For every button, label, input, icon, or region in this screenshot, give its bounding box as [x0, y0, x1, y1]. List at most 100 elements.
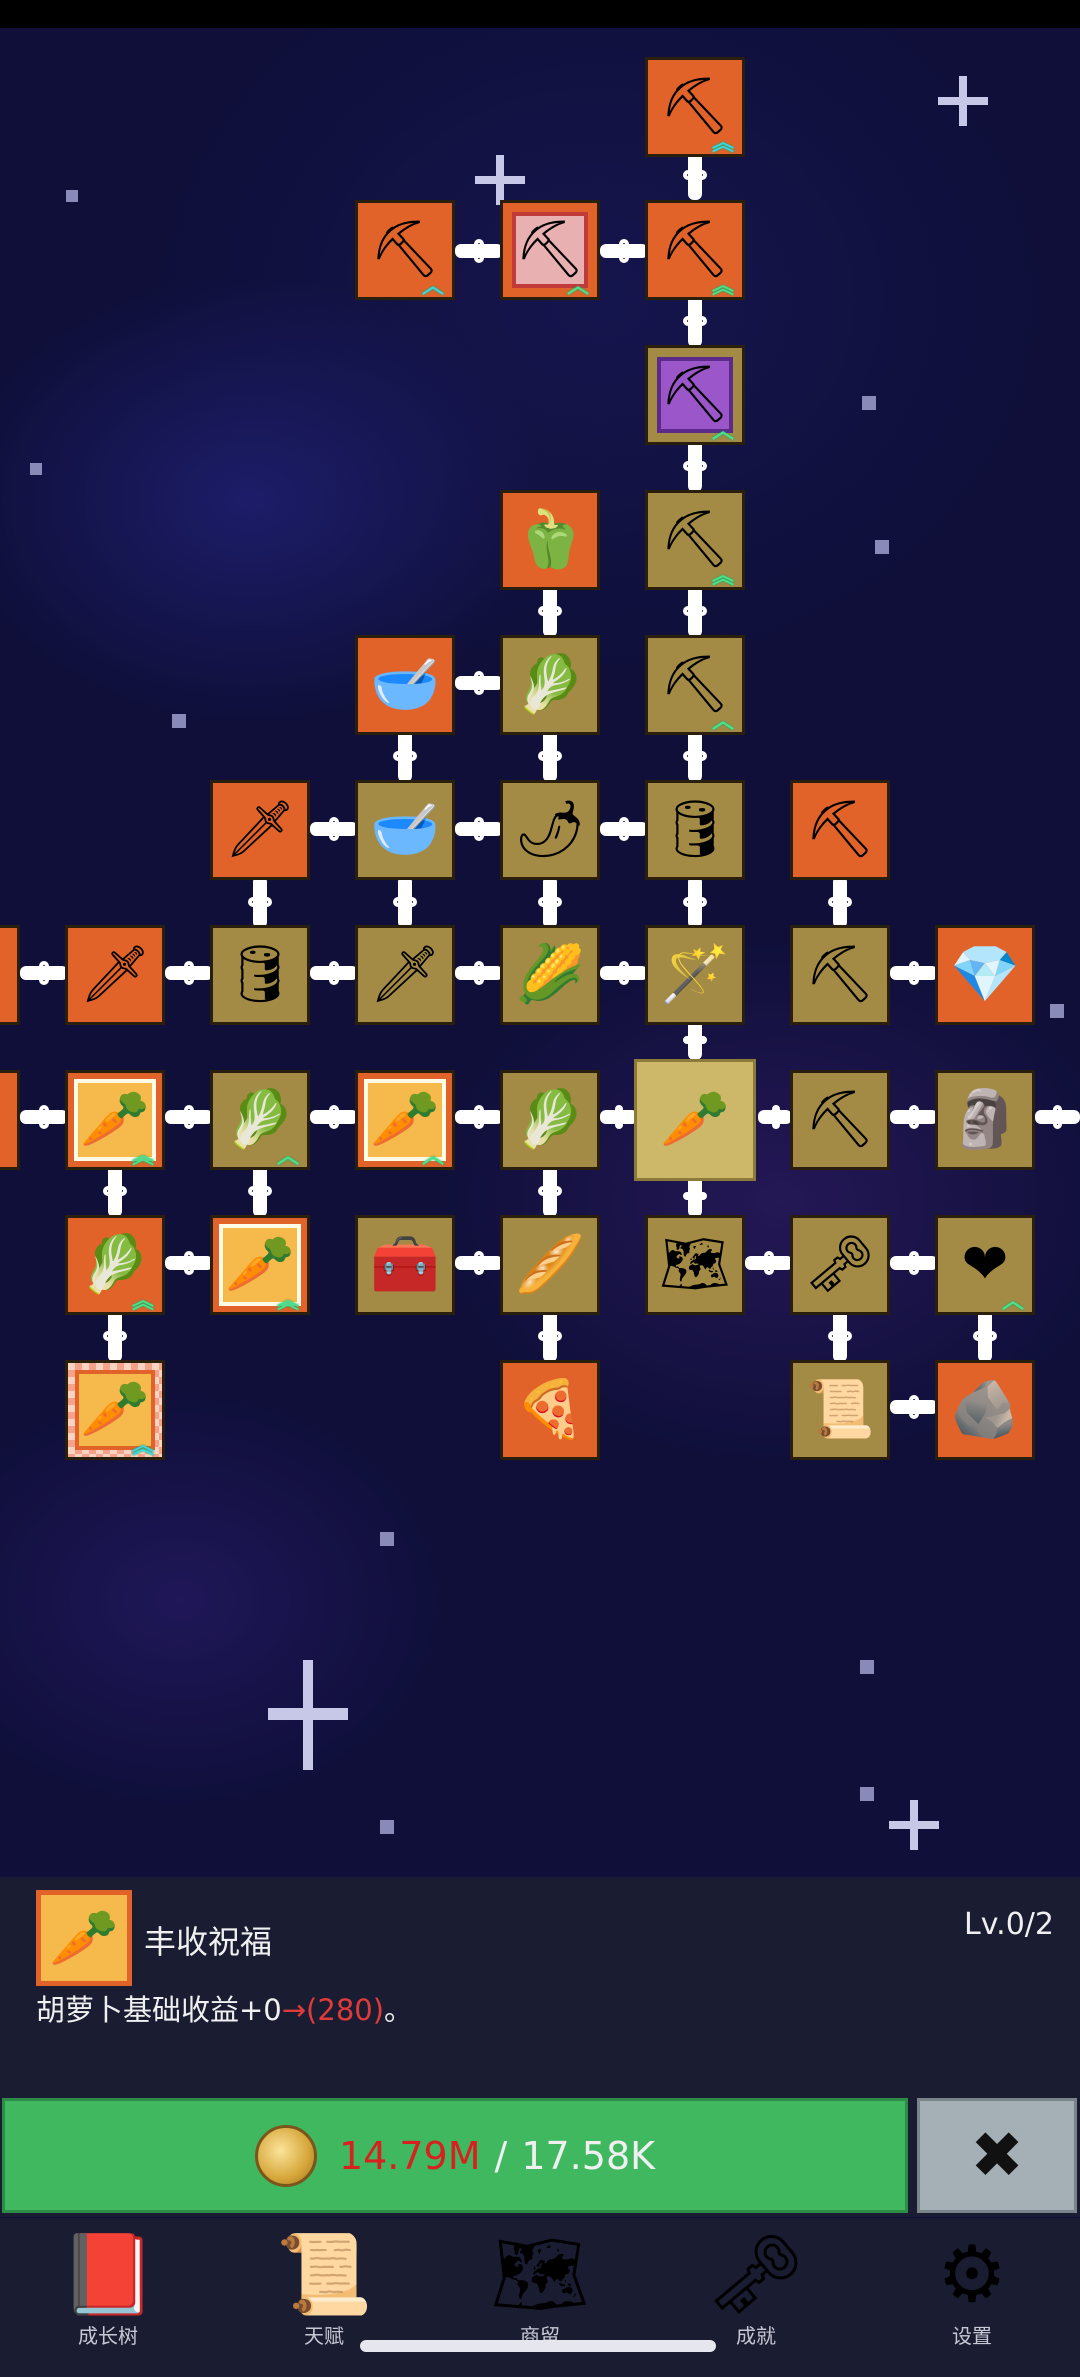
skill-node-chili[interactable]: 🌶 — [500, 780, 600, 880]
skill-node-scroll[interactable]: 📜 — [790, 1360, 890, 1460]
skill-node-shovel[interactable]: ⛏ ︿ — [355, 200, 455, 300]
upgrade-arrow-icon: ︽ — [131, 1289, 154, 1314]
skill-node-sword[interactable]: 🗡 — [355, 925, 455, 1025]
skill-node-staff[interactable]: 🪄 — [645, 925, 745, 1025]
close-button[interactable]: ✖ — [917, 2098, 1077, 2213]
skill-node-pickaxe[interactable]: ⛏ — [790, 780, 890, 880]
tree-link — [455, 1251, 503, 1275]
tree-link — [248, 876, 272, 928]
nav-shop[interactable]: 🗺 商留 — [432, 2218, 648, 2377]
carrot-icon: 🥕 — [370, 1087, 440, 1152]
shovel-icon: ⛏ — [659, 74, 731, 139]
skill-node-shovel[interactable]: ⛏ ︽ — [645, 490, 745, 590]
tree-link — [890, 961, 938, 985]
skill-node-shovel[interactable]: ⛏ ︿ — [645, 345, 745, 445]
skill-node-shovel[interactable]: ⛏ ︽ — [645, 200, 745, 300]
tree-link — [538, 876, 562, 928]
skill-node-bowl[interactable]: 🥣 — [355, 780, 455, 880]
crystal-icon: 💎 — [950, 942, 1020, 1007]
skill-node-cabbage[interactable]: 🥬 ︽ — [65, 1215, 165, 1315]
status-bar — [0, 0, 1080, 28]
tree-link — [20, 1105, 68, 1129]
skill-node-sword[interactable]: 🗡 — [65, 925, 165, 1025]
skill-node-stone[interactable]: 🪨 — [935, 1360, 1035, 1460]
tree-link — [538, 1310, 562, 1362]
skill-node-partial[interactable] — [0, 925, 20, 1025]
skill-node-crystal[interactable]: 💎 — [935, 925, 1035, 1025]
sword-icon: 🗡 — [224, 797, 296, 862]
price-separator: / — [494, 2133, 508, 2178]
skill-node-cabbage[interactable]: 🥬 — [500, 1070, 600, 1170]
star — [66, 190, 78, 202]
home-indicator[interactable] — [360, 2340, 716, 2352]
tree-link — [890, 1251, 938, 1275]
skill-node-pickaxe[interactable]: ⛏ — [790, 1070, 890, 1170]
nav-label: 设置 — [952, 2324, 992, 2348]
skill-node-pizza[interactable]: 🍕 — [500, 1360, 600, 1460]
upgrade-button[interactable]: 14.79M / 17.58K — [2, 2098, 908, 2213]
skill-node-carrot[interactable]: 🥕 ︽ — [65, 1070, 165, 1170]
skill-node-barrel[interactable]: 🛢 — [210, 925, 310, 1025]
pickaxe-icon: ⛏ — [804, 1087, 876, 1152]
skill-node-cabbage[interactable]: 🥬 ︿ — [210, 1070, 310, 1170]
skill-node-map[interactable]: 🗺 — [645, 1215, 745, 1315]
tree-link — [683, 730, 707, 782]
skill-node-radish[interactable]: 🥬 — [500, 635, 600, 735]
skill-node-parsnip[interactable]: 🥖 — [500, 1215, 600, 1315]
tree-link — [165, 1251, 213, 1275]
tree-link — [683, 295, 707, 347]
skill-node-pickaxe[interactable]: ⛏ — [790, 925, 890, 1025]
skill-node-shovel[interactable]: ⛏ ︿ — [500, 200, 600, 300]
skill-node-partial[interactable] — [0, 1070, 20, 1170]
key-icon: 🗝 — [706, 2230, 806, 2320]
tree-link — [745, 1251, 793, 1275]
tree-link — [683, 150, 707, 200]
carrot-icon: 🥕 — [80, 1087, 150, 1152]
skill-node-sword[interactable]: 🗡 — [210, 780, 310, 880]
skill-node-key[interactable]: 🗝 — [790, 1215, 890, 1315]
skill-node-carrot-highlight[interactable]: 🥕 ︽ — [65, 1360, 165, 1460]
skill-node-corn[interactable]: 🌽 — [500, 925, 600, 1025]
skill-name: 丰收祝福 — [144, 1923, 273, 1961]
tree-link — [455, 239, 503, 263]
skill-node-carrot[interactable]: 🥕 ︽ — [210, 1215, 310, 1315]
heart-icon: ❤ — [961, 1232, 1009, 1297]
nav-talent[interactable]: 📜 天赋 — [216, 2218, 432, 2377]
cabbage-icon: 🥬 — [225, 1087, 295, 1152]
skill-node-shovel[interactable]: ⛏ ︽ — [645, 57, 745, 157]
skill-node-barrel[interactable]: 🛢 — [645, 780, 745, 880]
upgrade-arrow-icon: ︽ — [131, 1144, 154, 1169]
shovel-icon: ⛏ — [659, 507, 731, 572]
tree-link — [310, 961, 358, 985]
upgrade-arrow-icon: ︽ — [276, 1289, 299, 1314]
skill-node-heart[interactable]: ❤ ︿ — [935, 1215, 1035, 1315]
skill-level: Lv.0/2 — [964, 1907, 1054, 1942]
skill-node-pepper[interactable]: 🫑 — [500, 490, 600, 590]
sparkle — [268, 1660, 348, 1770]
upgrade-arrow-icon: ︽ — [711, 564, 734, 589]
tree-link — [103, 1165, 127, 1217]
sparkle — [938, 76, 988, 126]
map-icon: 🗺 — [490, 2230, 590, 2320]
skill-node-chest[interactable]: 🧰 — [355, 1215, 455, 1315]
skill-node-shovel[interactable]: ⛏ ︿ — [645, 635, 745, 735]
skill-node-statue[interactable]: 🗿 — [935, 1070, 1035, 1170]
tree-link — [600, 239, 648, 263]
tree-link — [758, 1105, 792, 1129]
nav-growth-tree[interactable]: 📕 成长树 — [0, 2218, 216, 2377]
carrot-icon: 🥕 — [660, 1087, 730, 1152]
sword-icon: 🗡 — [369, 942, 441, 1007]
cabbage-icon: 🥬 — [80, 1232, 150, 1297]
upgrade-arrow-icon: ︿ — [1001, 1289, 1024, 1314]
skill-description: 胡萝卜基础收益+0→(280)。 — [36, 1987, 413, 2029]
upgrade-arrow-icon: ︿ — [711, 419, 734, 444]
nav-settings[interactable]: ⚙ 设置 — [864, 2218, 1080, 2377]
skill-node-carrot[interactable]: 🥕 ︿ — [355, 1070, 455, 1170]
shovel-icon: ⛏ — [659, 362, 731, 427]
stone-icon: 🪨 — [950, 1377, 1020, 1442]
skill-node-root-carrot-selected[interactable]: 🥕 — [634, 1059, 756, 1181]
map-icon: 🗺 — [659, 1232, 731, 1297]
skill-node-bowl[interactable]: 🥣 — [355, 635, 455, 735]
nav-achievements[interactable]: 🗝 成就 — [648, 2218, 864, 2377]
nav-label: 成长树 — [78, 2324, 138, 2348]
